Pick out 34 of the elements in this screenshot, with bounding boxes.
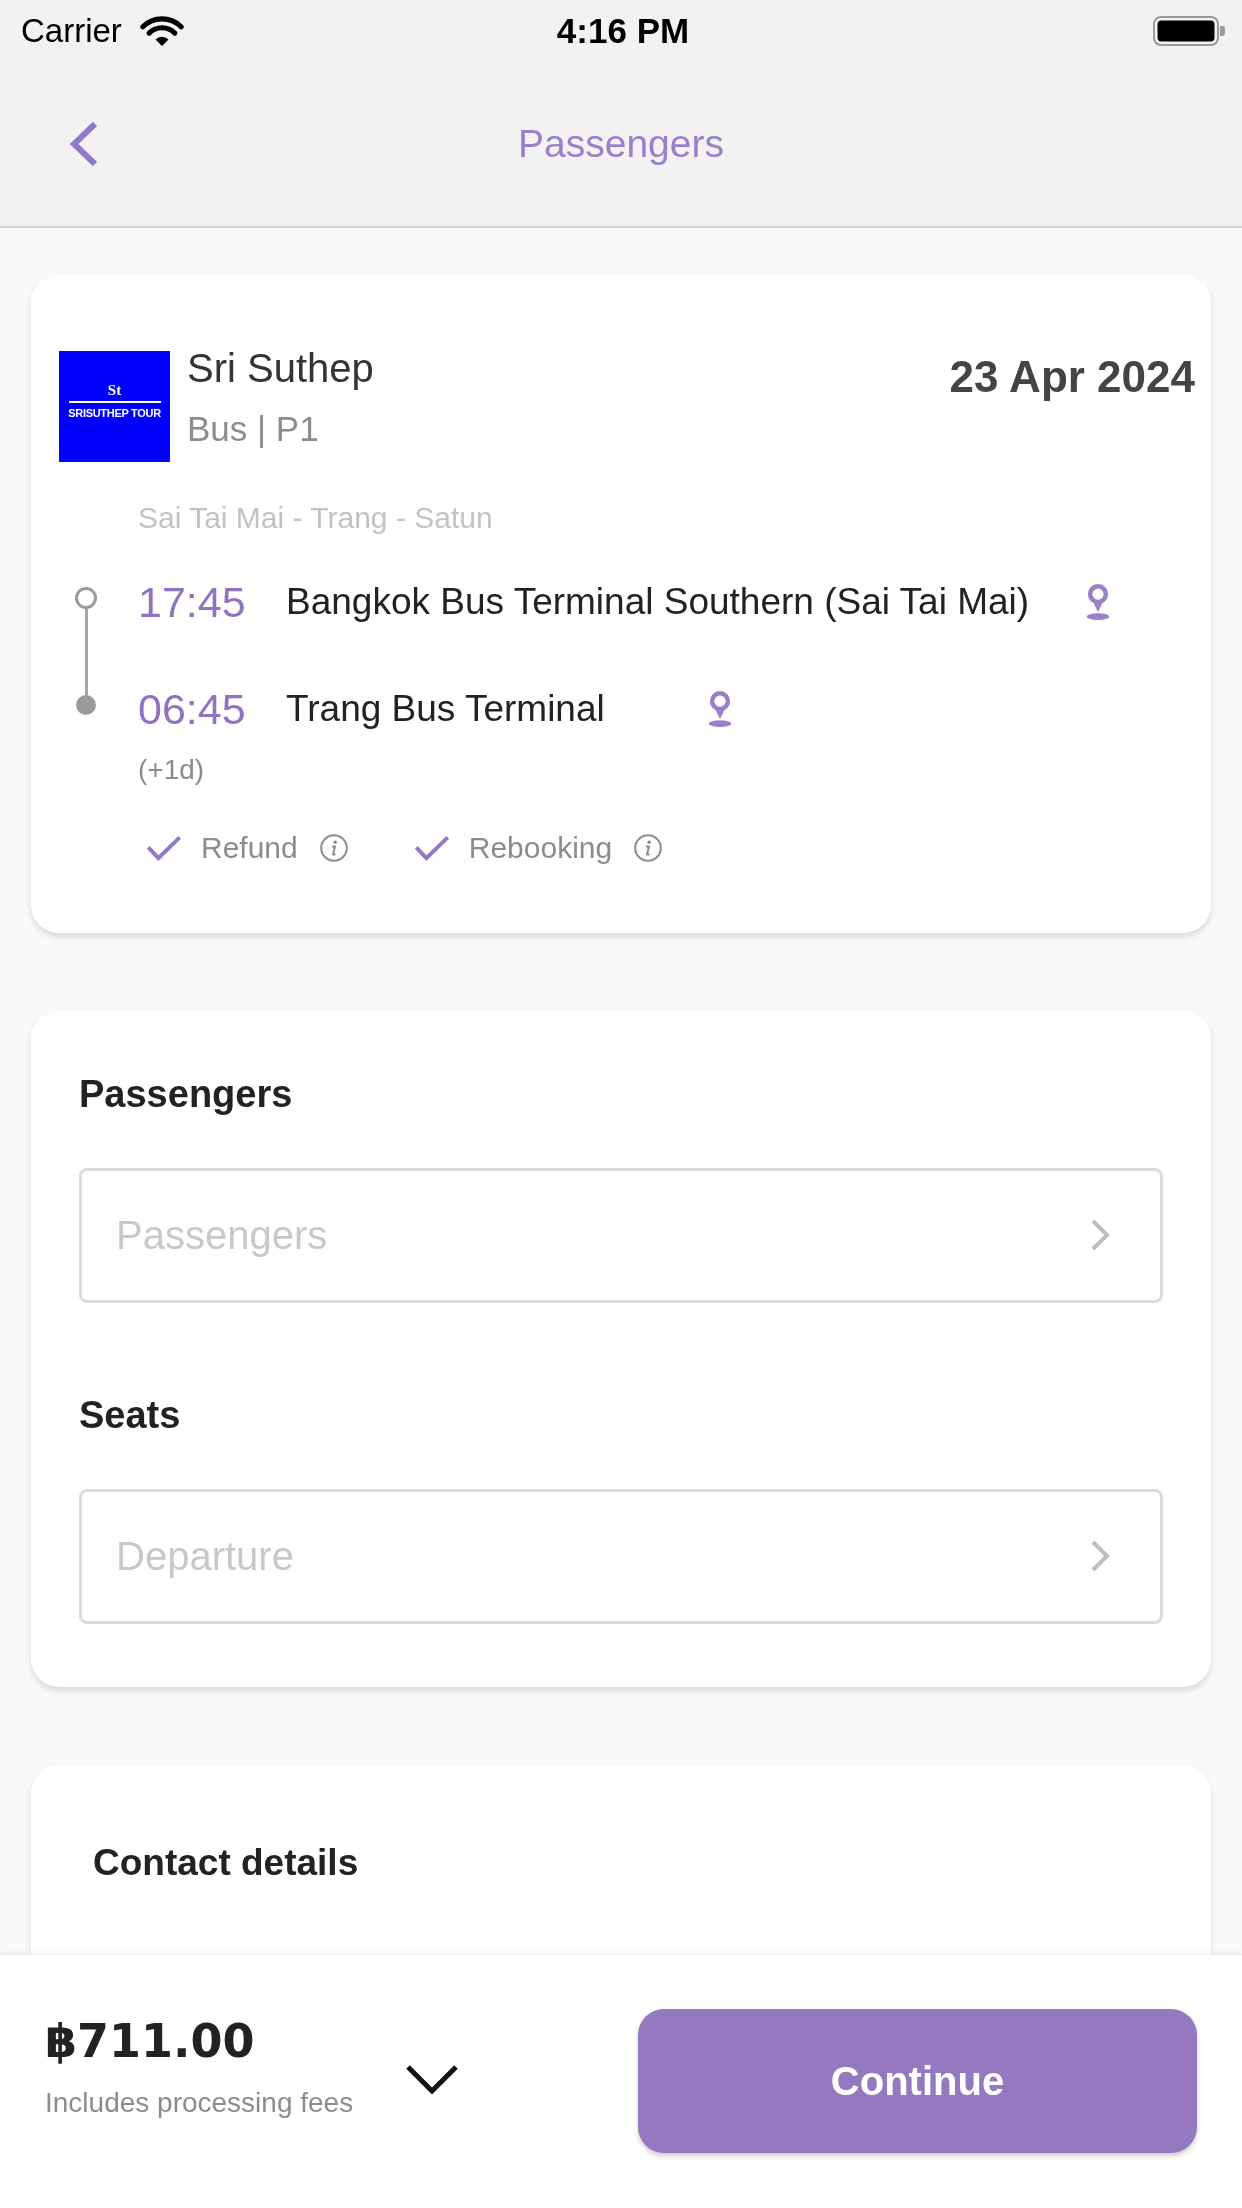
- stop-time: 17:45: [138, 577, 246, 627]
- chevron-down-icon[interactable]: [405, 2064, 459, 2094]
- chevron-right-icon: [1090, 1218, 1110, 1252]
- logo-wordmark: SRISUTHEP TOUR: [68, 406, 161, 420]
- feature-label: Refund: [201, 830, 298, 866]
- stop-time: 06:45: [138, 684, 246, 734]
- operator-name: Sri Suthep: [187, 345, 374, 392]
- logo-monogram: St: [107, 381, 122, 399]
- continue-button[interactable]: Continue: [638, 2009, 1197, 2153]
- chevron-right-icon: [1090, 1539, 1110, 1573]
- info-icon[interactable]: [319, 834, 348, 862]
- vehicle-info: Bus | P1: [187, 408, 319, 450]
- price-note: Includes processing fees: [45, 2086, 354, 2120]
- clock-time: 4:16 PM: [556, 11, 690, 51]
- section-heading: Seats: [79, 1393, 181, 1438]
- feature-label: Rebooking: [468, 830, 613, 866]
- section-heading: Passengers: [79, 1072, 293, 1117]
- back-icon[interactable]: [70, 121, 98, 167]
- info-icon[interactable]: [634, 834, 663, 862]
- day-offset: (+1d): [138, 753, 205, 787]
- total-price: ฿711.00: [45, 2013, 255, 2070]
- station-name: Bangkok Bus Terminal Southern (Sai Tai Mai): [286, 580, 1030, 624]
- station-name: Trang Bus Terminal: [286, 687, 605, 731]
- carrier-name: Carrier: [21, 11, 122, 51]
- map-pin-icon[interactable]: [707, 691, 733, 727]
- stop-ring-icon: [75, 587, 97, 609]
- trip-date: 23 Apr 2024: [949, 351, 1195, 403]
- battery-icon: [1153, 16, 1225, 46]
- wifi-icon: [139, 16, 184, 46]
- route-text: Sai Tai Mai - Trang - Satun: [138, 500, 493, 536]
- map-pin-icon[interactable]: [1085, 584, 1112, 620]
- stop-dot-icon: [76, 695, 96, 715]
- screen-title: Passengers: [518, 121, 724, 167]
- section-heading: Contact details: [93, 1841, 359, 1885]
